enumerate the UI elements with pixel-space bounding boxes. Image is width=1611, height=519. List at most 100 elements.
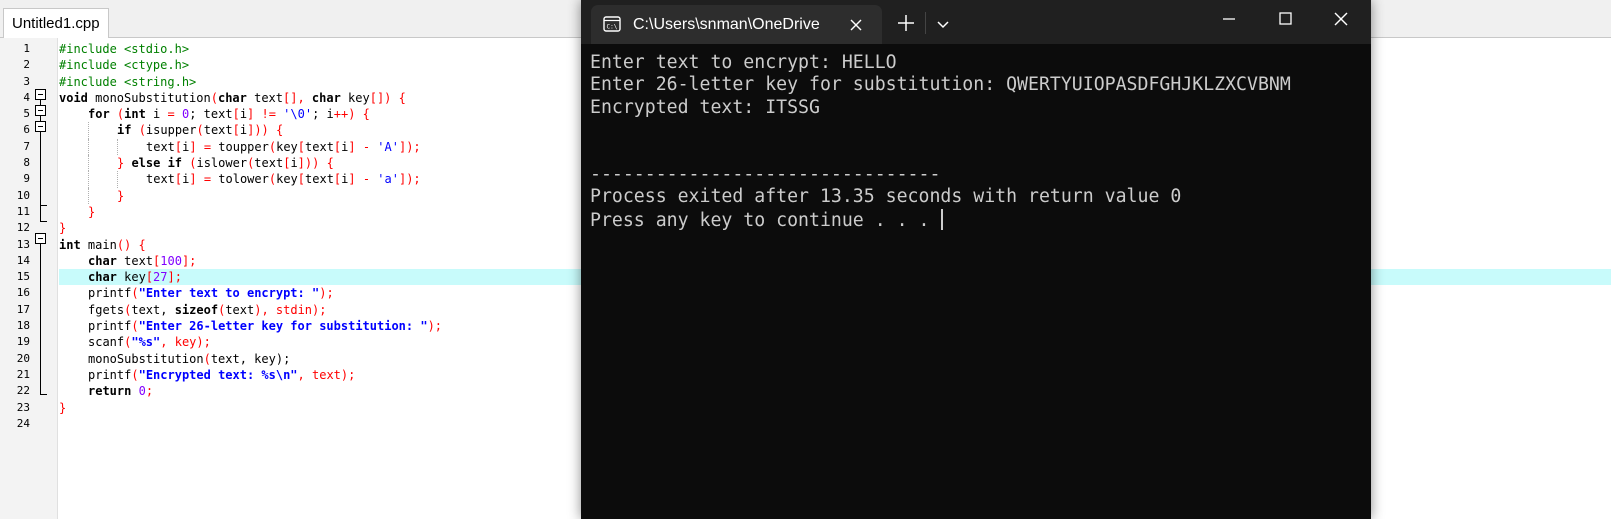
line-number: 11 xyxy=(16,204,30,218)
fold-toggle-icon[interactable] xyxy=(35,121,46,132)
preprocessor: #include <string.h> xyxy=(59,74,197,89)
indent-guide xyxy=(88,187,89,204)
terminal-title-bar[interactable]: C:\ C:\Users\snman\OneDrive xyxy=(581,0,1371,44)
chevron-down-icon[interactable] xyxy=(933,14,953,34)
string-literal: "Encrypted text: %s\n" xyxy=(138,367,298,382)
svg-text:C:\: C:\ xyxy=(607,24,618,31)
line-number: 24 xyxy=(16,416,30,430)
line-number: 7 xyxy=(23,139,30,153)
identifier: monoSubstitution xyxy=(87,90,211,105)
new-tab-plus-icon[interactable] xyxy=(895,12,917,34)
fold-toggle-icon[interactable] xyxy=(35,89,46,100)
identifier: ; text xyxy=(189,107,233,122)
operator: ( xyxy=(131,367,139,382)
line-number: 20 xyxy=(16,351,30,365)
fold-end xyxy=(40,205,47,206)
fold-toggle-icon[interactable] xyxy=(35,233,46,244)
minimize-icon[interactable] xyxy=(1201,0,1257,40)
operator: [], xyxy=(283,90,312,105)
operator: ( xyxy=(138,123,146,138)
indent-guide xyxy=(117,171,118,188)
brace: } xyxy=(59,221,67,236)
operator: ]); xyxy=(398,139,421,154)
char-literal: '\0' xyxy=(283,107,313,122)
indent-guide xyxy=(88,171,89,188)
identifier: ; i xyxy=(312,107,334,122)
operator: ( xyxy=(268,139,277,154)
identifier: monoSubstitution xyxy=(88,351,204,366)
line-number: 4 xyxy=(23,90,30,104)
identifier: islower xyxy=(196,156,248,171)
operator: ); xyxy=(319,286,334,301)
fold-line xyxy=(40,116,41,121)
operator: ]); xyxy=(398,172,421,187)
operator: ( xyxy=(109,107,125,122)
line-number: 16 xyxy=(16,286,30,300)
brace: } xyxy=(117,188,125,203)
fold-toggle-icon[interactable] xyxy=(35,105,46,116)
brace: } xyxy=(59,400,67,415)
operator: , key); xyxy=(160,335,211,350)
operator: ) { xyxy=(348,107,370,122)
number: 27 xyxy=(153,270,168,285)
terminal-line: Enter text to encrypt: HELLO xyxy=(590,52,897,73)
operator: ++ xyxy=(333,107,349,122)
identifier: printf xyxy=(88,367,132,382)
close-window-icon[interactable] xyxy=(1313,0,1369,40)
indent-guide xyxy=(88,138,89,156)
keyword: if xyxy=(117,123,132,138)
identifier: toupper xyxy=(218,139,269,154)
close-tab-icon[interactable] xyxy=(846,15,866,35)
terminal-line: Process exited after 13.35 seconds with … xyxy=(590,186,1182,208)
identifier: main xyxy=(80,237,117,252)
terminal-window[interactable]: C:\ C:\Users\snman\OneDrive Enter text t… xyxy=(581,0,1371,519)
fold-line xyxy=(40,244,41,394)
number: 100 xyxy=(160,253,182,268)
operator: ( xyxy=(203,351,211,366)
line-number: 14 xyxy=(16,253,30,267)
terminal-tab[interactable]: C:\ C:\Users\snman\OneDrive xyxy=(591,5,882,44)
string-literal: "%s" xyxy=(131,335,161,350)
line-numbers: 1 2 3 4 5 6 7 8 9 10 11 12 13 14 15 16 17 18 19 20 21 22 23 24 xyxy=(0,41,30,432)
operator: = xyxy=(167,107,175,122)
indent-guide xyxy=(88,122,89,139)
line-number: 15 xyxy=(16,270,30,284)
keyword: else if xyxy=(131,156,183,171)
operator: ] = xyxy=(189,139,219,154)
identifier: printf xyxy=(88,319,132,334)
identifier: text xyxy=(203,123,233,138)
console-icon: C:\ xyxy=(603,16,621,32)
identifier: i xyxy=(145,107,168,122)
keyword: for xyxy=(88,107,110,122)
operator: () { xyxy=(116,237,146,252)
preprocessor: #include <ctype.h> xyxy=(59,58,190,73)
terminal-output[interactable]: Enter text to encrypt: HELLO Enter 26-le… xyxy=(590,52,1371,519)
operator: [ xyxy=(297,139,306,154)
identifier: key xyxy=(116,270,146,285)
fold-end xyxy=(40,394,47,395)
operator: ( xyxy=(210,90,218,105)
identifier: text xyxy=(146,172,175,187)
indent-guide xyxy=(117,138,118,156)
fold-line xyxy=(40,205,41,221)
keyword: int xyxy=(59,237,81,252)
identifier: fgets xyxy=(88,302,125,317)
operator: , text); xyxy=(297,367,356,382)
keyword: return xyxy=(88,384,132,399)
operator: } xyxy=(117,156,132,171)
editor-tab-untitled1[interactable]: Untitled1.cpp xyxy=(3,8,109,38)
line-number: 6 xyxy=(23,123,30,137)
line-number: 13 xyxy=(16,237,30,251)
maximize-icon[interactable] xyxy=(1257,0,1313,40)
text-cursor xyxy=(941,208,944,230)
identifier: text xyxy=(146,139,175,154)
number: 0 xyxy=(138,384,146,399)
operator: ( xyxy=(182,156,197,171)
terminal-line: Press any key to continue . . . xyxy=(590,209,941,231)
operator: ]; xyxy=(181,253,197,268)
keyword: int xyxy=(124,107,146,122)
identifier: text xyxy=(246,90,283,105)
